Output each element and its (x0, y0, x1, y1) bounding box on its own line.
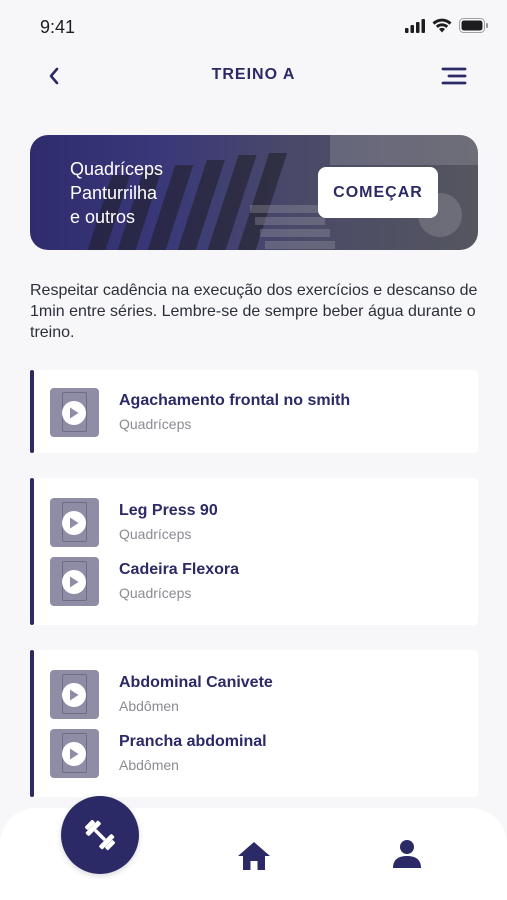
home-icon (238, 842, 270, 870)
status-bar: 9:41 (0, 0, 507, 56)
exercise-thumbnail[interactable] (50, 556, 99, 606)
workout-banner: Quadríceps Panturrilha e outros COMEÇAR (30, 135, 478, 250)
menu-button[interactable] (439, 62, 469, 90)
exercise-thumbnail[interactable] (50, 669, 99, 719)
user-icon (393, 840, 421, 868)
exercise-name: Agachamento frontal no smith (119, 392, 351, 409)
exercise-group: Leg Press 90 Quadríceps Cadeira Flexora … (30, 478, 478, 625)
nav-home-button[interactable] (234, 836, 274, 876)
play-icon (62, 682, 86, 707)
exercise-muscle: Abdômen (119, 757, 179, 773)
wifi-icon (432, 18, 452, 33)
exercise-group: Abdominal Canivete Abdômen Prancha abdom… (30, 650, 478, 797)
exercise-name: Abdominal Canivete (119, 674, 273, 691)
start-button[interactable]: COMEÇAR (318, 167, 438, 218)
banner-line: Panturrilha (70, 183, 158, 203)
play-icon (62, 510, 86, 535)
status-time: 9:41 (40, 17, 76, 37)
banner-muscle-groups: Quadríceps Panturrilha e outros (70, 157, 163, 229)
exercise-thumbnail[interactable] (50, 728, 99, 778)
exercise-name: Prancha abdominal (119, 733, 267, 750)
page-title: TREINO A (211, 66, 296, 83)
dumbbell-icon (84, 819, 116, 851)
workout-description: Respeitar cadência na execução dos exerc… (30, 282, 478, 341)
play-icon (62, 400, 86, 425)
battery-icon (459, 18, 488, 33)
exercise-item[interactable]: Prancha abdominal Abdômen (50, 728, 470, 778)
exercise-name: Leg Press 90 (119, 502, 218, 519)
exercise-item[interactable]: Agachamento frontal no smith Quadríceps (50, 387, 470, 437)
nav-profile-button[interactable] (387, 834, 427, 874)
exercise-thumbnail[interactable] (50, 497, 99, 547)
exercise-muscle: Quadríceps (119, 585, 192, 601)
exercise-item[interactable]: Abdominal Canivete Abdômen (50, 669, 470, 719)
header: TREINO A (0, 56, 507, 96)
exercise-thumbnail[interactable] (50, 387, 99, 437)
play-icon (62, 741, 86, 766)
exercise-muscle: Abdômen (119, 698, 179, 714)
signal-icon (405, 18, 425, 33)
exercise-group: Agachamento frontal no smith Quadríceps (30, 370, 478, 453)
menu-icon (441, 67, 467, 85)
exercise-muscle: Quadríceps (119, 526, 192, 542)
banner-line: Quadríceps (70, 159, 164, 179)
exercise-muscle: Quadríceps (119, 416, 192, 432)
status-icons (405, 18, 489, 33)
play-icon (62, 569, 86, 594)
exercise-item[interactable]: Leg Press 90 Quadríceps (50, 497, 470, 547)
exercise-item[interactable]: Cadeira Flexora Quadríceps (50, 556, 470, 606)
banner-line: e outros (70, 207, 136, 227)
exercise-name: Cadeira Flexora (119, 561, 240, 578)
nav-workout-button[interactable] (61, 796, 139, 874)
